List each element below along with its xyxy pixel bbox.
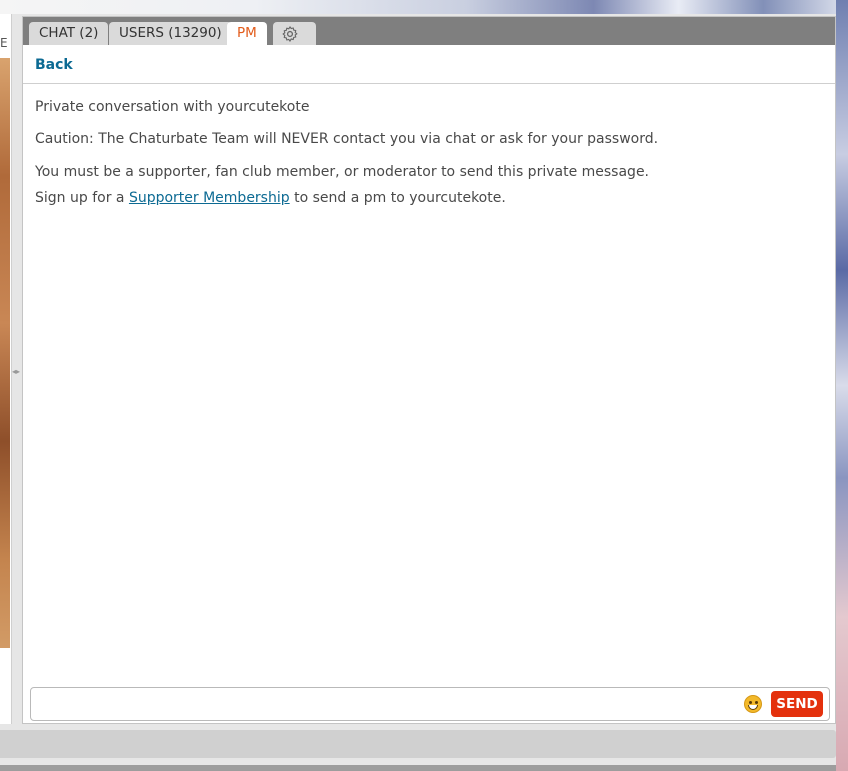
bottom-bar bbox=[0, 730, 836, 758]
signup-suffix: to send a pm to yourcutekote. bbox=[289, 190, 506, 206]
message-input-container: SEND bbox=[30, 687, 830, 721]
signup-prefix: Sign up for a bbox=[35, 190, 129, 206]
signup-notice: Sign up for a Supporter Membership to se… bbox=[35, 190, 506, 206]
conversation-header: Private conversation with yourcutekote bbox=[35, 99, 310, 115]
background-right bbox=[836, 0, 848, 771]
back-link[interactable]: Back bbox=[35, 57, 73, 73]
video-stream[interactable] bbox=[0, 58, 10, 648]
tab-users[interactable]: USERS (13290) bbox=[109, 22, 232, 45]
back-row: Back bbox=[23, 45, 835, 84]
caution-notice: Caution: The Chaturbate Team will NEVER … bbox=[35, 131, 659, 147]
tab-settings[interactable] bbox=[273, 22, 316, 45]
tab-bar: CHAT (2) USERS (13290) PM bbox=[23, 17, 835, 45]
background-top bbox=[0, 0, 848, 14]
chat-panel: CHAT (2) USERS (13290) PM Back Private c… bbox=[22, 16, 836, 724]
gear-icon bbox=[281, 25, 308, 43]
send-button[interactable]: SEND bbox=[771, 691, 823, 717]
tab-pm[interactable]: PM bbox=[227, 22, 267, 45]
message-input[interactable] bbox=[35, 692, 739, 718]
restriction-notice: You must be a supporter, fan club member… bbox=[35, 164, 650, 180]
video-panel-edge-text: E bbox=[0, 36, 8, 50]
smiley-icon[interactable] bbox=[744, 695, 762, 713]
resize-handle-icon[interactable]: ◂▸ bbox=[11, 365, 21, 379]
bottom-bar-secondary bbox=[0, 765, 836, 771]
supporter-membership-link[interactable]: Supporter Membership bbox=[129, 190, 290, 206]
tab-chat[interactable]: CHAT (2) bbox=[29, 22, 109, 45]
